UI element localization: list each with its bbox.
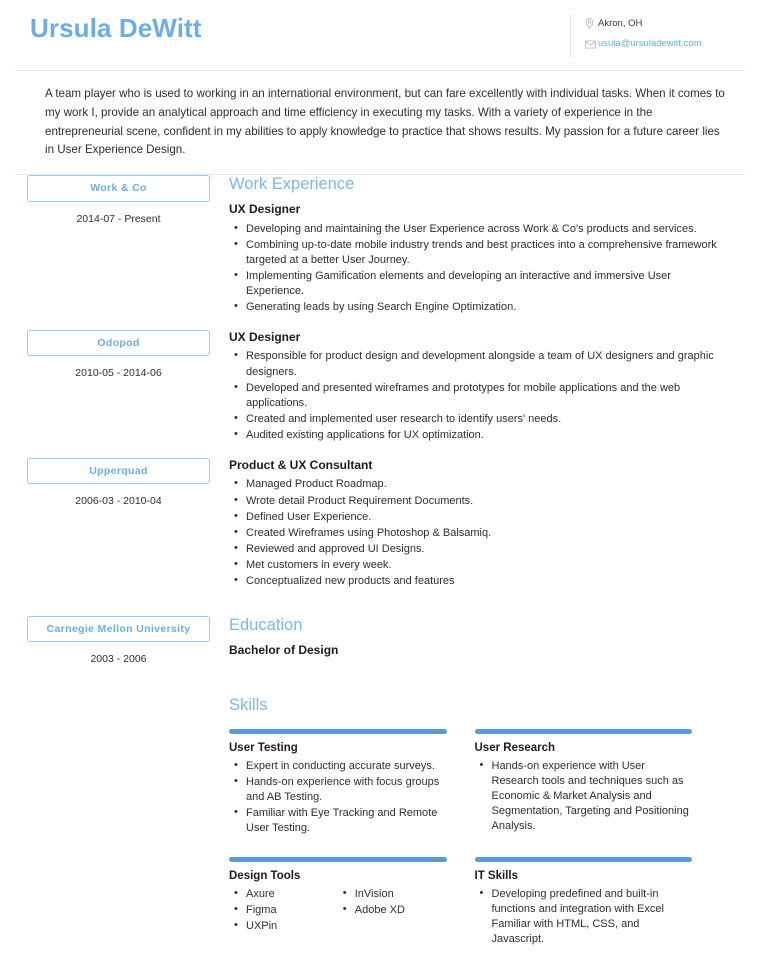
job-title: UX Designer xyxy=(229,329,301,344)
bullet-item: Familiar with Eye Tracking and Remote Us… xyxy=(234,805,447,836)
skill-divider-bar xyxy=(474,728,692,734)
entry-left-column: Odopod 2010-05 - 2014-06 xyxy=(15,329,215,382)
entry-left-column: Upperquad 2006-03 - 2010-04 xyxy=(15,457,215,510)
main-content: Work & Co 2014-07 - Present Work Experienc… xyxy=(15,175,745,968)
name-block: Ursula DeWitt xyxy=(15,13,570,44)
skill-group-name: User Testing xyxy=(229,741,298,754)
entry-spacer xyxy=(15,316,745,330)
work-experience-entry: Work & Co 2014-07 - Present Work Experienc… xyxy=(15,175,745,316)
company-badge[interactable]: Odopod xyxy=(27,329,210,357)
entry-left-column: Carnegie Mellon University 2003 - 2006 xyxy=(15,615,215,668)
section-title-work-experience: Work Experience xyxy=(229,175,355,194)
entry-right-column: UX Designer Responsible for product desig… xyxy=(215,330,745,444)
skills-section: Skills User Testing Expert in conducting a… xyxy=(15,696,745,968)
skills-grid: User Testing Expert in conducting accurat… xyxy=(229,728,721,968)
summary-text: A team player who is used to working in … xyxy=(45,87,725,157)
bullet-item: Expert in conducting accurate surveys. xyxy=(234,758,447,774)
bullet-item: InVision xyxy=(343,886,447,902)
bullet-item: Figma xyxy=(234,902,338,918)
bullet-item: UXPin xyxy=(234,918,338,934)
badge-wrap: Work & Co 2014-07 - Present xyxy=(27,175,210,225)
resume-header: Ursula DeWitt Akron, OH usula@ursuladewi… xyxy=(15,0,745,70)
bullet-item: Managed Product Roadmap. xyxy=(234,476,720,492)
bullet-item: Conceptualized new products and features xyxy=(234,573,720,589)
entry-spacer xyxy=(15,590,745,616)
contact-email[interactable]: usula@ursuladewitt.com xyxy=(585,38,745,49)
bullet-item: Developing and maintaining the User Expe… xyxy=(234,221,720,237)
map-pin-icon xyxy=(585,18,598,30)
section-title-skills: Skills xyxy=(229,696,268,715)
badge-date: 2006-03 - 2010-04 xyxy=(75,495,162,508)
education-entry: Carnegie Mellon University 2003 - 2006 Edu… xyxy=(15,615,745,668)
entry-right-column: Product & UX Consultant Managed Product R… xyxy=(215,458,745,590)
badge-date: 2010-05 - 2014-06 xyxy=(75,367,162,380)
bullet-list: InVisionAdobe XD xyxy=(338,886,447,935)
bullet-item: Responsible for product design and devel… xyxy=(234,348,720,379)
badge-wrap: Upperquad 2006-03 - 2010-04 xyxy=(27,457,210,508)
badge-date: 2014-07 - Present xyxy=(76,212,161,225)
work-experience-entry: Upperquad 2006-03 - 2010-04 Product & UX C… xyxy=(15,457,745,590)
skill-divider-bar xyxy=(229,857,447,863)
resume-page: Ursula DeWitt Akron, OH usula@ursuladewi… xyxy=(0,0,760,945)
badge-date: 2003 - 2006 xyxy=(90,653,147,666)
bullet-list: Managed Product Roadmap.Wrote detail Pro… xyxy=(229,476,720,589)
bullet-item: Met customers in every week. xyxy=(234,557,720,573)
badge-wrap: Odopod 2010-05 - 2014-06 xyxy=(27,329,210,380)
bullet-list: AxureFigmaUXPin xyxy=(229,886,338,935)
entry-left-column: Work & Co 2014-07 - Present xyxy=(15,175,215,227)
company-badge[interactable]: Work & Co xyxy=(27,175,210,202)
page-title: Ursula DeWitt xyxy=(30,13,202,43)
job-title: UX Designer xyxy=(229,201,301,216)
bullet-list: Responsible for product design and devel… xyxy=(229,348,720,443)
bullet-item: Implementing Gamification elements and d… xyxy=(234,268,720,299)
bullet-list: Hands-on experience with User Research t… xyxy=(475,758,693,834)
company-badge[interactable]: Carnegie Mellon University xyxy=(27,615,210,643)
bullet-item: Combining up-to-date mobile industry tre… xyxy=(234,237,720,268)
contact-location-text: Akron, OH xyxy=(598,18,643,29)
contact-block: Akron, OH usula@ursuladewitt.com xyxy=(570,14,745,58)
education-spacer xyxy=(15,668,745,696)
bullet-item: Defined User Experience. xyxy=(234,509,720,525)
skill-group: IT Skills Developing predefined and built… xyxy=(474,857,721,948)
contact-email-text[interactable]: usula@ursuladewitt.com xyxy=(598,38,702,49)
bullet-item: Created Wireframes using Photoshop & Bal… xyxy=(234,525,720,541)
skill-group-name: IT Skills xyxy=(474,870,518,883)
job-title: Product & UX Consultant xyxy=(229,457,373,472)
bullet-item: Developing predefined and built-in funct… xyxy=(480,886,693,947)
bullet-item: Hands-on experience with focus groups an… xyxy=(234,774,447,805)
skill-divider-bar xyxy=(229,728,447,734)
bullet-item: Generating leads by using Search Engine … xyxy=(234,299,720,315)
skill-group: Design ToolsAxureFigmaUXPinInVisionAdobe… xyxy=(229,857,475,948)
bullet-item: Created and implemented user research to… xyxy=(234,411,720,427)
envelope-icon xyxy=(585,40,598,49)
bullet-list: Expert in conducting accurate surveys.Ha… xyxy=(229,758,447,836)
skill-group-name: User Research xyxy=(474,741,556,754)
badge-wrap: Carnegie Mellon University 2003 - 2006 xyxy=(27,615,210,666)
bullet-item: Adobe XD xyxy=(343,902,447,918)
degree-title: Bachelor of Design xyxy=(229,642,339,657)
skill-divider-bar xyxy=(474,857,692,863)
skill-group-name: Design Tools xyxy=(229,870,301,883)
bullet-item: Axure xyxy=(234,886,338,902)
bullet-item: Developed and presented wireframes and p… xyxy=(234,380,720,411)
entry-right-column: Education Bachelor of Design xyxy=(215,616,745,662)
skill-group: User Research Hands-on experience with Us… xyxy=(474,728,721,837)
bullet-item: Wrote detail Product Requirement Documen… xyxy=(234,493,720,509)
contact-location: Akron, OH xyxy=(585,18,745,30)
skills-right-column: Skills User Testing Expert in conducting a… xyxy=(215,696,745,968)
entry-right-column: Work Experience UX Designer Developing and… xyxy=(215,175,745,316)
skill-group: User Testing Expert in conducting accurat… xyxy=(229,728,475,837)
bullet-list: Developing predefined and built-in funct… xyxy=(475,886,693,947)
work-experience-entry: Odopod 2010-05 - 2014-06 UX Designer Respon… xyxy=(15,329,745,444)
bullet-item: Hands-on experience with User Research t… xyxy=(480,758,693,834)
company-badge[interactable]: Upperquad xyxy=(27,457,210,485)
bullet-item: Audited existing applications for UX opt… xyxy=(234,427,720,443)
bullet-item: Reviewed and approved UI Designs. xyxy=(234,541,720,557)
bullet-list: Developing and maintaining the User Expe… xyxy=(229,221,720,315)
entry-spacer xyxy=(15,444,745,458)
skill-subcolumns: AxureFigmaUXPinInVisionAdobe XD xyxy=(229,886,447,935)
section-title-education: Education xyxy=(229,615,303,634)
